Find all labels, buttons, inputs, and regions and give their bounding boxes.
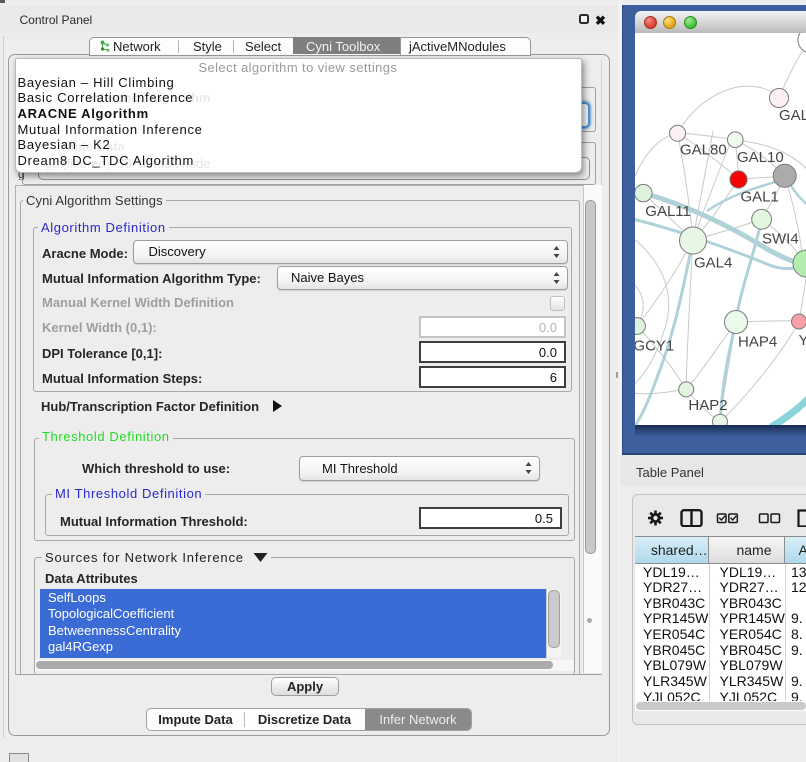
svg-text:SWI4: SWI4 xyxy=(762,231,799,248)
svg-text:HAP2: HAP2 xyxy=(688,397,727,414)
svg-text:GAL4: GAL4 xyxy=(694,255,732,272)
svg-text:GAL11: GAL11 xyxy=(645,203,691,220)
svg-text:GAL80: GAL80 xyxy=(680,142,727,159)
svg-text:GCY1: GCY1 xyxy=(635,337,674,354)
svg-text:GAL1: GAL1 xyxy=(741,189,779,206)
svg-text:HAP4: HAP4 xyxy=(738,334,777,351)
svg-text:Y: Y xyxy=(799,332,806,349)
svg-text:GAL7: GAL7 xyxy=(779,107,806,124)
svg-text:GAL10: GAL10 xyxy=(737,149,784,166)
